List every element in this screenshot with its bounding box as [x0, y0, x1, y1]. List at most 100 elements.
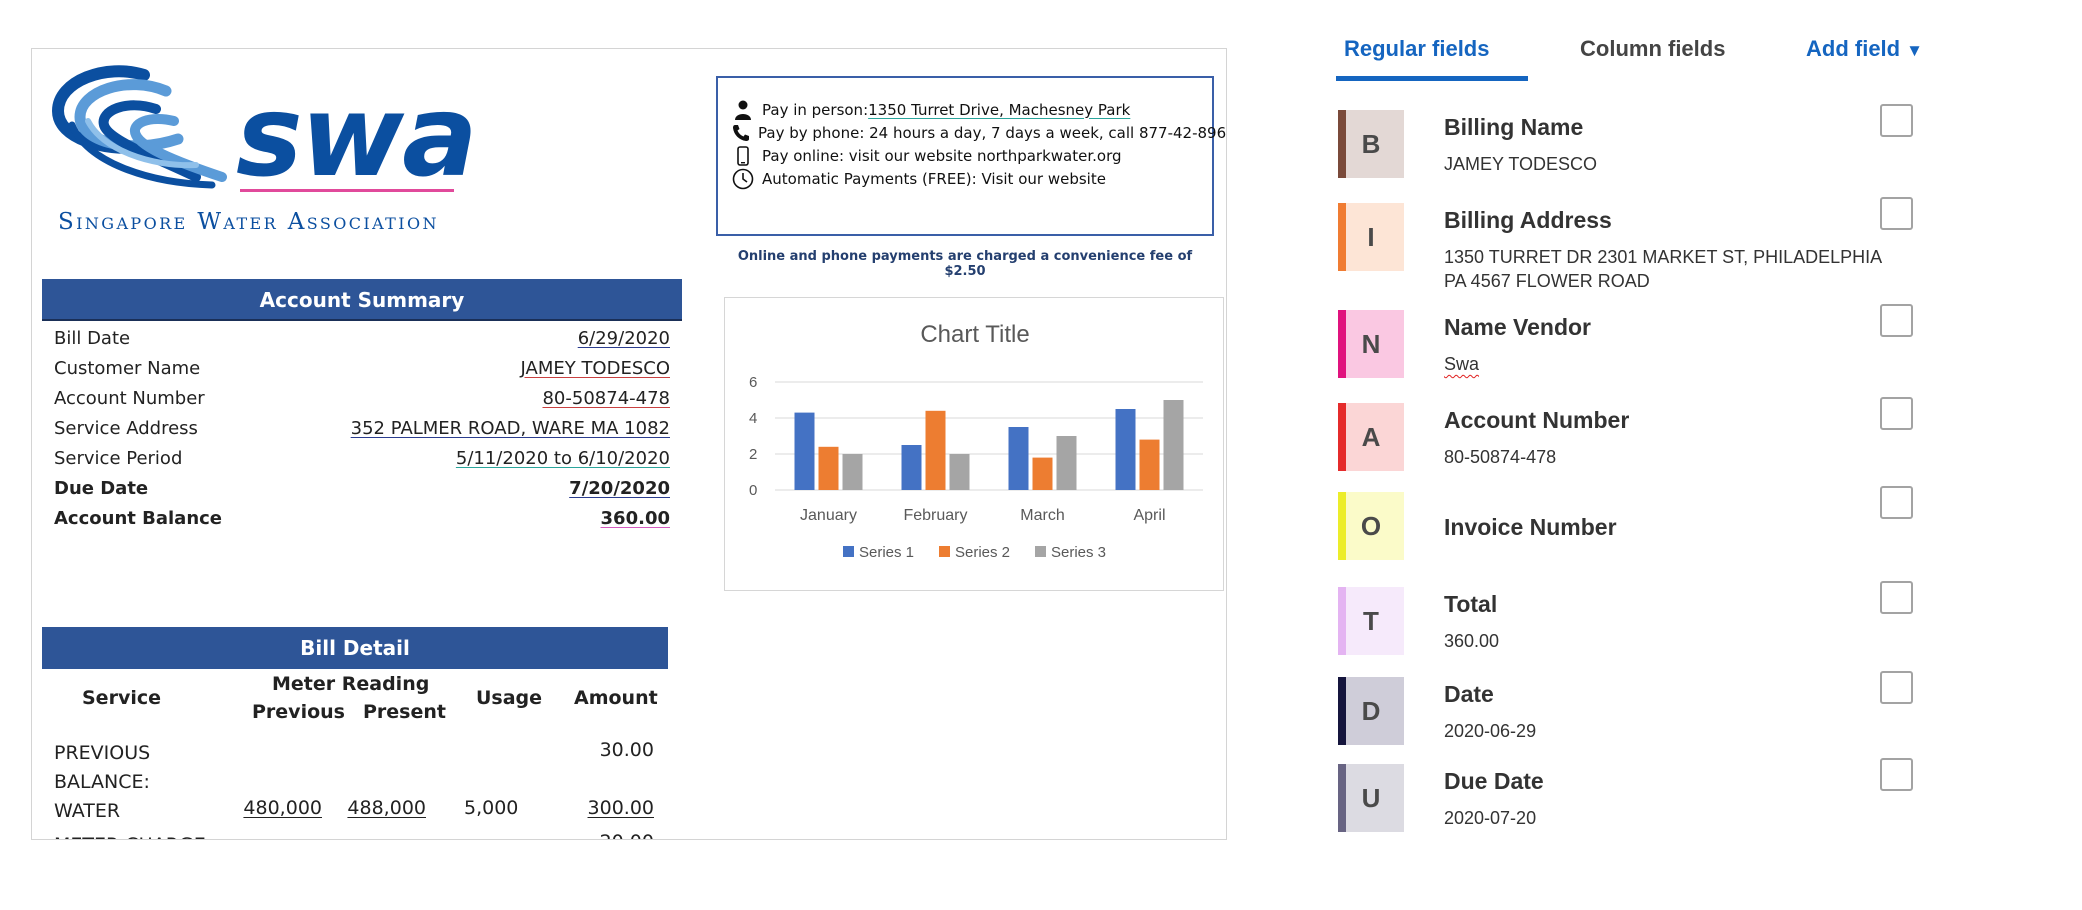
bar-series-3-march — [1056, 436, 1077, 490]
pay-address-link[interactable]: 1350 Turret Drive, Machesney Park — [868, 101, 1130, 119]
field-badge-letter: B — [1361, 128, 1381, 159]
field-checkbox[interactable] — [1880, 486, 1913, 519]
field-value-text: 360.00 — [1444, 631, 1500, 651]
field-badge: O — [1338, 492, 1404, 560]
field-checkbox[interactable] — [1880, 758, 1913, 791]
convenience-fee-note: Online and phone payments are charged a … — [737, 249, 1193, 279]
bar-series-1-march — [1008, 427, 1029, 490]
bill-present: 488,000 — [347, 797, 426, 819]
field-label: Date — [1444, 681, 1494, 707]
field-value: 360.00 — [1444, 629, 1884, 653]
pay-line-phone: Pay by phone: 24 hours a day, 7 days a w… — [732, 121, 1226, 144]
pay-line-automatic: Automatic Payments (FREE): Visit our web… — [732, 167, 1212, 190]
summary-label: Bill Date — [54, 327, 131, 349]
bar-series-3-january — [842, 454, 863, 490]
summary-value: 6/29/2020 — [577, 327, 670, 349]
bill-amount: 20.00 — [600, 831, 654, 839]
field-badge-letter: O — [1360, 510, 1382, 541]
bar-series-2-february — [925, 410, 946, 490]
bill-previous: 480,000 — [243, 797, 322, 819]
invoice-document: swa Singapore Water Association Pay in p… — [31, 48, 1227, 840]
bar-series-3-february — [949, 454, 970, 490]
logo-underline — [240, 189, 454, 192]
y-tick-label: 2 — [749, 446, 757, 463]
field-badge-letter: U — [1361, 782, 1381, 813]
add-field-button[interactable]: Add field ▼ — [1806, 36, 1923, 62]
field-label: Billing Name — [1444, 114, 1584, 140]
summary-value: 7/20/2020 — [569, 477, 670, 499]
bar-series-1-january — [794, 412, 815, 490]
bill-service: METER CHARGE — [54, 831, 214, 839]
bar-chart: Chart Title 0 2 4 6 January February March April… — [724, 297, 1224, 591]
summary-value: 360.00 — [600, 507, 670, 529]
summary-row: Bill Date 6/29/2020 — [42, 323, 670, 353]
chart-title: Chart Title — [920, 321, 1029, 348]
summary-label: Due Date — [54, 477, 149, 499]
field-checkbox[interactable] — [1880, 397, 1913, 430]
clock-icon — [732, 168, 754, 190]
summary-label: Customer Name — [54, 357, 201, 379]
field-value: JAMEY TODESCO — [1444, 152, 1884, 176]
field-badge-letter: I — [1367, 221, 1375, 252]
water-wave-logo-icon — [51, 65, 227, 189]
field-value-text: 2020-07-20 — [1444, 808, 1537, 828]
summary-label: Account Balance — [54, 507, 223, 529]
bill-service: PREVIOUS BALANCE: — [54, 742, 151, 793]
col-header-previous: Previous — [252, 701, 345, 723]
summary-row: Service Address 352 PALMER ROAD, WARE MA … — [42, 413, 670, 443]
field-badge: U — [1338, 764, 1404, 832]
payment-info-box: Pay in person: 1350 Turret Drive, Maches… — [716, 76, 1226, 236]
field-panel: Regular fields Column fields Add field ▼ … — [1320, 0, 2082, 910]
field-badge: B — [1338, 110, 1404, 178]
bill-service: WATER — [54, 800, 121, 822]
logo-subtitle: Singapore Water Association — [58, 209, 439, 235]
bill-usage: 5,000 — [464, 797, 519, 819]
legend-label: Series 3 — [1051, 544, 1106, 561]
summary-row: Service Period 5/11/2020 to 6/10/2020 — [42, 443, 670, 473]
legend-label: Series 2 — [955, 544, 1010, 561]
col-header-service: Service — [82, 687, 161, 709]
pay-line-online: Pay online: visit our website northparkw… — [732, 144, 1212, 167]
summary-label: Service Period — [54, 447, 183, 469]
active-tab-indicator — [1336, 76, 1528, 81]
mobile-icon — [732, 145, 754, 167]
field-value: 80-50874-478 — [1444, 445, 1884, 469]
bar-series-1-february — [901, 445, 922, 490]
pay-line-in-person: Pay in person: 1350 Turret Drive, Maches… — [732, 98, 1212, 121]
field-value-text: Swa — [1444, 354, 1480, 374]
person-icon — [732, 99, 754, 121]
legend-swatch — [939, 546, 950, 557]
x-tick-label: April — [1133, 507, 1165, 524]
summary-value: 80-50874-478 — [542, 387, 670, 409]
bar-series-1-april — [1115, 409, 1136, 490]
account-summary-header: Account Summary — [42, 279, 682, 321]
field-value: Swa — [1444, 352, 1884, 376]
field-badge: T — [1338, 587, 1404, 655]
field-badge-letter: T — [1363, 605, 1379, 636]
field-label: Account Number — [1444, 407, 1630, 433]
tab-regular-fields[interactable]: Regular fields — [1344, 36, 1489, 62]
field-checkbox[interactable] — [1880, 104, 1913, 137]
field-badge: N — [1338, 310, 1404, 378]
field-checkbox[interactable] — [1880, 304, 1913, 337]
field-checkbox[interactable] — [1880, 671, 1913, 704]
field-value-text: 1350 TURRET DR 2301 MARKET ST, PHILADELP… — [1444, 247, 1882, 291]
caret-down-icon: ▼ — [1906, 41, 1923, 60]
summary-row: Account Number 80-50874-478 — [42, 383, 670, 413]
tab-column-fields[interactable]: Column fields — [1580, 36, 1725, 62]
col-header-amount: Amount — [574, 687, 658, 709]
col-header-present: Present — [363, 701, 446, 723]
summary-value: JAMEY TODESCO — [520, 357, 670, 379]
x-tick-label: February — [903, 507, 967, 524]
summary-row: Due Date 7/20/2020 — [42, 473, 670, 503]
pay-line-text: Pay online: visit our website northparkw… — [762, 146, 1122, 165]
summary-label: Account Number — [54, 387, 205, 409]
bar-series-3-april — [1163, 400, 1184, 490]
pay-line-text: Pay by phone: 24 hours a day, 7 days a w… — [758, 123, 1227, 142]
field-checkbox[interactable] — [1880, 197, 1913, 230]
field-badge-letter: A — [1361, 421, 1381, 452]
field-label: Invoice Number — [1444, 514, 1617, 540]
col-header-usage: Usage — [476, 687, 543, 709]
field-checkbox[interactable] — [1880, 581, 1913, 614]
y-tick-label: 4 — [749, 410, 757, 427]
